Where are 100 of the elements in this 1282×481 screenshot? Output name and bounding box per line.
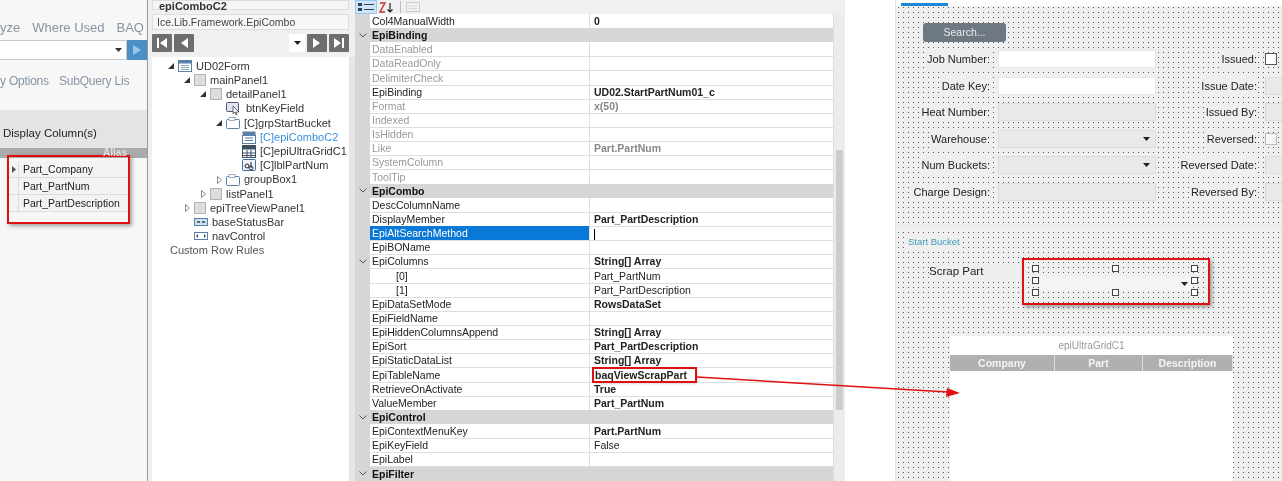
chevron-down-icon[interactable] [358,32,367,38]
chevron-down-icon[interactable] [358,259,367,265]
expanded-arrow-icon[interactable] [200,91,206,98]
property-value[interactable]: Part_PartNum [594,396,665,409]
tree-item[interactable]: navControl [212,228,266,245]
property-value[interactable]: String[] Array [594,354,662,367]
panel-icon [194,74,206,87]
input-field[interactable] [998,76,1156,95]
property-name[interactable]: [1] [370,282,590,298]
property-name[interactable]: EpiSort [370,339,590,355]
property-value[interactable]: 0 [594,15,600,27]
property-value[interactable]: UD02.StartPartNum01_c [594,85,715,98]
resize-handle[interactable] [1111,289,1119,297]
first-icon [156,37,168,49]
tree-item[interactable]: [C]lblPartNum [260,157,329,174]
group-box-icon [226,116,240,129]
grid-title: epiUltraGridC1 [1057,339,1126,354]
property-name[interactable]: EpiContextMenuKey [370,424,590,440]
tree-item[interactable]: Custom Row Rules [152,243,349,258]
field-label: Date Key: [940,76,991,95]
property-name[interactable]: EpiDataSetMode [370,296,590,312]
collapsed-arrow-icon[interactable] [216,175,222,184]
search-button[interactable]: Search... [923,23,1006,42]
resize-handle[interactable] [1032,265,1039,273]
property-value[interactable]: Part_PartDescription [594,212,699,225]
tree-item[interactable]: btnKeyField [246,100,305,117]
property-name[interactable]: EpiFieldName [370,310,590,326]
expanded-arrow-icon[interactable] [184,77,190,84]
resize-handle[interactable] [1191,277,1198,285]
sort-icon[interactable] [379,1,395,13]
form-icon [178,60,192,73]
combo-field[interactable] [0,40,127,60]
first-button[interactable] [152,34,172,52]
dropdown-button[interactable] [289,34,305,52]
category-header[interactable]: EpiControl [370,409,833,425]
expanded-arrow-icon[interactable] [216,119,222,126]
property-value[interactable]: String[] Array [594,255,662,268]
property-name[interactable]: EpiHiddenColumnsAppend [370,325,590,341]
property-name[interactable]: EpiColumns [370,254,590,270]
property-name[interactable]: EpiStaticDataList [370,353,590,369]
property-value[interactable]: Part_PartDescription [594,283,691,296]
property-name[interactable]: EpiBOName [370,240,590,256]
checkbox[interactable] [1265,53,1277,65]
resize-handle[interactable] [1191,265,1198,273]
property-value[interactable]: RowsDataSet [594,297,662,310]
tree-item[interactable]: groupBox1 [244,171,298,188]
collapsed-arrow-icon[interactable] [184,203,190,212]
category-header[interactable]: EpiCombo [370,183,833,198]
dropdown-arrow-icon [1143,163,1150,168]
categorized-view-icon[interactable] [357,2,375,12]
last-button[interactable] [329,34,349,52]
expanded-arrow-icon[interactable] [168,63,174,70]
dropdown-arrow-icon [1181,281,1188,286]
property-value[interactable]: False [594,439,620,452]
column-header: Company [950,355,1055,372]
chevron-down-icon[interactable] [358,188,367,194]
property-value[interactable]: True [594,382,617,395]
property-value[interactable]: Part.PartNum [594,425,662,438]
panel-icon [194,201,206,214]
chevron-down-icon[interactable] [358,471,367,477]
table-cell: Part_Company [18,161,128,177]
property-name[interactable]: EpiBinding [370,84,590,100]
dropdown-arrow-icon [1143,136,1150,141]
collapsed-arrow-icon[interactable] [200,189,206,198]
property-name[interactable]: DescColumnName [370,197,590,213]
property-name[interactable]: [0] [370,268,590,284]
previous-button[interactable] [174,34,194,52]
label-control-icon [242,159,256,172]
category-header[interactable]: EpiBinding [370,28,833,43]
column-header: Part [1055,355,1143,372]
resize-handle[interactable] [1191,289,1198,297]
field-label: Issue Date: [1200,76,1258,95]
property-name[interactable]: RetrieveOnActivate [370,381,590,397]
resize-handle[interactable] [1032,289,1039,297]
scrollbar[interactable] [833,14,845,481]
property-name[interactable]: EpiKeyField [370,438,590,454]
navigation-control-icon [194,232,208,241]
tree-item[interactable]: UD02Form [196,57,250,75]
resize-handle[interactable] [1032,277,1039,285]
resize-handle[interactable] [1111,265,1119,273]
property-value[interactable]: baqViewScrapPart [594,368,695,381]
section-title: Display Column(s) [2,125,97,141]
field-label: Job Number: [926,50,991,68]
tree-item[interactable]: mainPanel1 [210,72,269,89]
property-value[interactable]: Part_PartDescription [594,340,699,353]
play-icon [133,45,141,55]
property-value[interactable]: String[] Array [594,326,662,339]
tree-item[interactable]: detailPanel1 [226,86,287,103]
field-label: Issued: [1220,50,1258,68]
next-button[interactable] [307,34,327,52]
button-cursor-icon [226,102,242,116]
control-type: Ice.Lib.Framework.EpiCombo [152,14,349,30]
status-bar-icon [194,218,208,227]
property-name[interactable]: EpiTableName [370,367,590,383]
scrollbar-thumb[interactable] [836,150,843,410]
property-value[interactable]: Part_PartNum [594,269,661,282]
chevron-down-icon[interactable] [358,414,367,420]
input-field[interactable] [998,50,1156,68]
property-name[interactable]: EpiAltSearchMethod [370,226,590,242]
combo-field[interactable] [1040,277,1192,291]
